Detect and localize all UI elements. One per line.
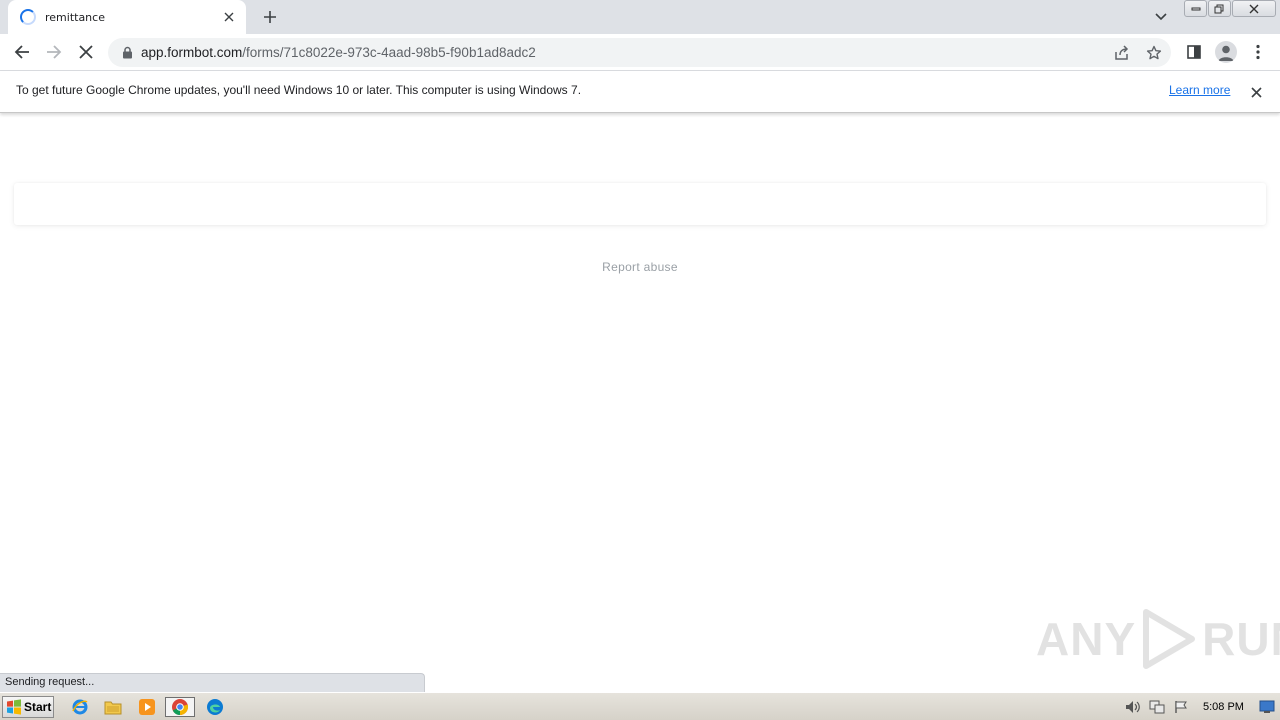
tab-search-chevron-icon[interactable] bbox=[1150, 8, 1172, 26]
restore-button[interactable] bbox=[1208, 0, 1231, 17]
share-icon[interactable] bbox=[1112, 43, 1132, 63]
file-explorer-icon[interactable] bbox=[102, 697, 124, 717]
edge-icon[interactable] bbox=[204, 697, 226, 717]
profile-avatar[interactable] bbox=[1212, 38, 1240, 66]
form-container bbox=[14, 183, 1266, 225]
chrome-taskbar-icon[interactable] bbox=[165, 697, 195, 717]
tab-title: remittance bbox=[45, 10, 105, 24]
report-abuse-link[interactable]: Report abuse bbox=[0, 260, 1280, 274]
url-text[interactable]: app.formbot.com/forms/71c8022e-973c-4aad… bbox=[141, 45, 536, 60]
start-label: Start bbox=[24, 700, 52, 714]
windows-taskbar: Start 5:08 PM bbox=[0, 692, 1280, 720]
infobar-message: To get future Google Chrome updates, you… bbox=[16, 83, 582, 97]
stop-loading-button[interactable] bbox=[72, 38, 100, 66]
side-panel-icon[interactable] bbox=[1180, 38, 1208, 66]
show-desktop-icon[interactable] bbox=[1257, 697, 1277, 717]
windows-logo-icon bbox=[7, 699, 21, 715]
lock-icon[interactable] bbox=[120, 46, 134, 60]
media-player-icon[interactable] bbox=[136, 697, 158, 717]
address-bar[interactable]: app.formbot.com/forms/71c8022e-973c-4aad… bbox=[108, 38, 1171, 67]
menu-kebab-icon[interactable] bbox=[1244, 38, 1272, 66]
minimize-button[interactable] bbox=[1184, 0, 1207, 17]
learn-more-link[interactable]: Learn more bbox=[1169, 83, 1230, 97]
url-path: /forms/71c8022e-973c-4aad-98b5-f90b1ad8a… bbox=[242, 45, 536, 60]
loading-spinner-icon bbox=[20, 9, 36, 25]
taskbar-clock[interactable]: 5:08 PM bbox=[1203, 701, 1244, 713]
bookmark-star-icon[interactable] bbox=[1144, 43, 1164, 63]
close-window-button[interactable] bbox=[1232, 0, 1276, 17]
anyrun-watermark-logo: ANY RUN bbox=[1036, 606, 1280, 672]
play-triangle-icon bbox=[1143, 609, 1196, 669]
url-host: app.formbot.com bbox=[141, 45, 243, 60]
network-icon[interactable] bbox=[1146, 697, 1168, 717]
update-infobar: To get future Google Chrome updates, you… bbox=[0, 71, 1280, 113]
system-tray bbox=[1122, 696, 1194, 718]
watermark-text-left: ANY bbox=[1036, 613, 1137, 665]
window-controls bbox=[1183, 0, 1276, 18]
profile-icon bbox=[1215, 41, 1237, 63]
action-center-flag-icon[interactable] bbox=[1170, 697, 1192, 717]
start-button[interactable]: Start bbox=[2, 696, 54, 718]
tab-close-icon[interactable] bbox=[220, 8, 238, 26]
new-tab-button[interactable] bbox=[258, 6, 282, 28]
tab-strip: remittance bbox=[0, 0, 1280, 34]
forward-button[interactable] bbox=[40, 38, 68, 66]
back-button[interactable] bbox=[8, 38, 36, 66]
browser-tab[interactable]: remittance bbox=[8, 0, 246, 34]
status-bubble: Sending request... bbox=[0, 673, 425, 692]
volume-icon[interactable] bbox=[1122, 697, 1144, 717]
infobar-close-icon[interactable] bbox=[1246, 82, 1266, 102]
watermark-text-right: RUN bbox=[1202, 613, 1280, 665]
browser-toolbar: app.formbot.com/forms/71c8022e-973c-4aad… bbox=[0, 34, 1280, 71]
internet-explorer-icon[interactable] bbox=[69, 697, 91, 717]
